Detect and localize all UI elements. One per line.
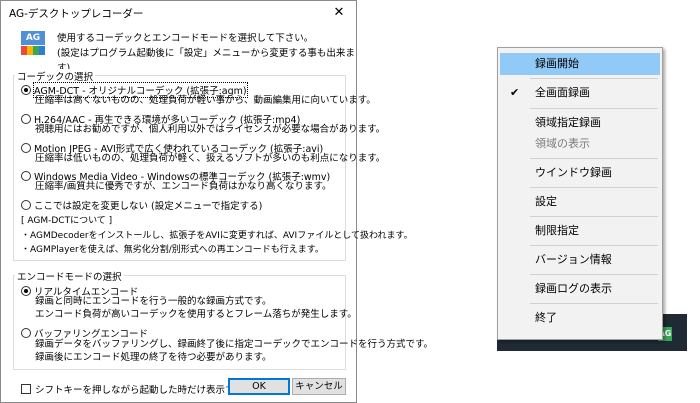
menu-item-show-region: 領域の表示: [500, 133, 660, 155]
menu-item-label: 領域指定録画: [535, 116, 601, 129]
codec-option-nochange-label: ここでは設定を変更しない (設定メニューで指定する): [34, 201, 263, 212]
app-logo-label: AG: [21, 31, 45, 45]
radio-agm[interactable]: [21, 85, 31, 95]
encode-option-buffering-desc-2: 録画後にエンコード処理の終了を待つ必要があります。: [35, 352, 272, 363]
codec-option-h264-desc: 視聴用にはお勧めですが、個人利用以外ではライセンスが必要な場合があります。: [35, 124, 386, 135]
menu-item-version-info[interactable]: バージョン情報: [500, 249, 660, 271]
menu-item-show-recording-log[interactable]: 録画ログの表示: [500, 278, 660, 300]
intro-line-1: 使用するコーデックとエンコードモードを選択して下さい。: [57, 33, 314, 44]
intro-text: 使用するコーデックとエンコードモードを選択して下さい。 (設定はプログラム起動後…: [57, 31, 356, 76]
encode-group-legend: エンコードモードの選択: [15, 269, 124, 283]
radio-h264[interactable]: [21, 114, 31, 124]
codec-setup-dialog: AG-デスクトップレコーダー ✕ AG 使用するコーデックとエンコードモードを選…: [0, 0, 433, 403]
menu-item-start-recording[interactable]: 録画開始: [500, 53, 660, 75]
encode-option-buffering-desc-1: 録画データをバッファリングし、録画終了後に指定コーデックでエンコードを行う方式で…: [35, 339, 434, 350]
app-logo-icon: AG: [21, 31, 45, 55]
menu-item-label: 設定: [535, 195, 557, 208]
radio-realtime[interactable]: [21, 286, 31, 296]
menu-item-label: 領域の表示: [535, 137, 590, 150]
check-icon: ✔: [510, 86, 520, 99]
menu-item-label: 録画開始: [535, 57, 579, 70]
menu-item-region-recording[interactable]: 領域指定録画: [500, 112, 660, 134]
menu-item-exit[interactable]: 終了: [500, 307, 660, 329]
menu-separator: [530, 303, 658, 304]
menu-item-fullscreen-recording[interactable]: ✔ 全画面録画: [500, 82, 660, 104]
radio-nochange[interactable]: [21, 200, 31, 210]
intro-line-2: (設定はプログラム起動後に「設定」メニューから変更する事も出来ます): [57, 48, 355, 74]
close-icon[interactable]: ✕: [322, 1, 356, 25]
codec-option-wmv-desc: 圧縮率/画質共に優秀ですが、エンコード負荷はかなり高くなります。: [35, 181, 332, 192]
title-bar[interactable]: AG-デスクトップレコーダー ✕: [1, 1, 356, 25]
tray-context-menu: 録画開始 ✔ 全画面録画 領域指定録画 領域の表示 ウインドウ録画 設定 制限指…: [497, 47, 663, 340]
menu-separator: [530, 108, 658, 109]
agm-note-line-2: ・AGMPlayerを使えば、無劣化分割/別形式への再エンコードも行えます。: [21, 245, 324, 255]
dialog-title: AG-デスクトップレコーダー: [9, 8, 144, 20]
encode-option-realtime-desc-1: 録画と同時にエンコードを行う一般的な録画方式です。: [35, 296, 272, 307]
menu-item-window-recording[interactable]: ウインドウ録画: [500, 162, 660, 184]
menu-separator: [530, 245, 658, 246]
menu-item-label: 録画ログの表示: [535, 282, 612, 295]
shift-only-checkbox[interactable]: [21, 384, 31, 394]
agm-note-line-1: ・AGMDecoderをインストールし、拡張子をAVIに変更すれば、AVIファイ…: [21, 231, 413, 241]
menu-item-label: 全画面録画: [535, 86, 590, 99]
menu-item-label: バージョン情報: [535, 253, 612, 266]
menu-separator: [530, 216, 658, 217]
menu-separator: [530, 274, 658, 275]
menu-separator: [530, 78, 658, 79]
codec-option-agm-desc: 圧縮率は高くないものの、処理負荷が軽い事から、動画編集用に向いています。: [35, 95, 376, 106]
shift-only-checkbox-row[interactable]: シフトキーを押しながら起動した時だけ表示する: [21, 382, 244, 396]
codec-option-nochange[interactable]: ここでは設定を変更しない (設定メニューで指定する): [21, 198, 262, 212]
codec-group-legend: コーデックの選択: [15, 69, 96, 83]
cancel-button[interactable]: キャンセル: [292, 378, 346, 395]
app-logo-bars: [21, 46, 45, 55]
menu-item-label: ウインドウ録画: [535, 166, 612, 179]
agm-note-title: [ AGM-DCTについて ]: [21, 216, 113, 226]
encode-option-realtime-desc-2: エンコード負荷が高いコーデックを使用するとフレーム落ちが発生します。: [35, 309, 357, 320]
codec-option-mjpeg-desc: 圧縮率は低いものの、処理負荷が軽く、扱えるソフトが多いのも利点になります。: [35, 153, 386, 164]
menu-item-label: 終了: [535, 311, 557, 324]
menu-item-label: 制限指定: [535, 224, 579, 237]
radio-buffering[interactable]: [21, 328, 31, 338]
radio-wmv[interactable]: [21, 171, 31, 181]
menu-separator: [530, 187, 658, 188]
menu-item-limit-settings[interactable]: 制限指定: [500, 220, 660, 242]
radio-mjpeg[interactable]: [21, 143, 31, 153]
menu-item-settings[interactable]: 設定: [500, 191, 660, 213]
shift-only-checkbox-label: シフトキーを押しながら起動した時だけ表示する: [35, 385, 245, 396]
logo-bar: [39, 46, 45, 55]
menu-separator: [530, 158, 658, 159]
ok-button[interactable]: OK: [228, 378, 290, 395]
